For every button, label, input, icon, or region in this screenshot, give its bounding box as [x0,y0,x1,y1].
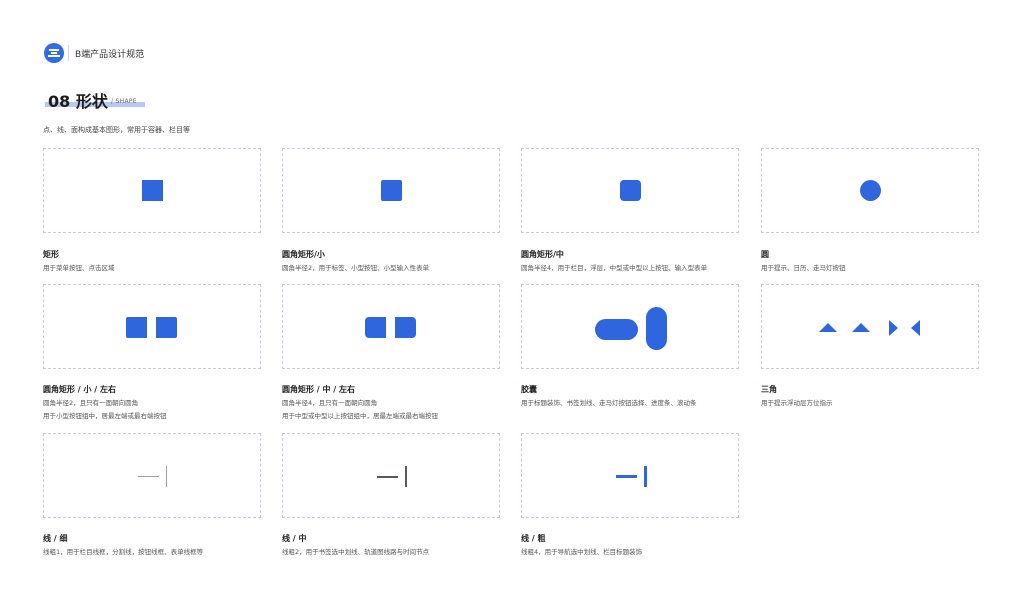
card-title: 圆 [761,250,769,259]
shape-card-line-thin [43,433,261,518]
card-title: 线 / 细 [43,534,68,543]
card-desc: 圆角半径4，且只有一面朝向圆角 [282,399,378,407]
shape-card-rectangle [43,148,261,233]
card-desc: 线粗1，用于栏目线框，分割线，按钮线框、表单线框等 [43,548,204,556]
shape-card-line-medium [282,433,500,518]
thin-horizontal-line [138,476,159,477]
card-title: 圆角矩形/小 [282,250,325,259]
triangle-shapes [819,320,920,336]
card-title: 胶囊 [521,385,537,394]
shape-card-capsule [521,284,739,369]
card-title: 三角 [761,385,777,394]
section-title: 08 形状 [48,92,108,111]
card-desc: 圆角半径2，用于标签、小型按钮、小型输入性表单 [282,264,430,272]
right-rounded-button-shape [395,317,416,338]
shape-card-rounded-medium-sides [282,284,500,369]
card-desc: 用于中型或中型以上按钮组中，居最左端或最右端按钮 [282,412,438,420]
shape-card-triangle [761,284,979,369]
card-desc: 用于提示、日历、走马灯按钮 [761,264,846,272]
brand-logo-icon [44,43,64,63]
shape-card-rounded-small-sides [43,284,261,369]
thick-horizontal-line [616,475,637,478]
card-title: 矩形 [43,250,59,259]
horizontal-capsule-shape [595,319,638,340]
card-title: 圆角矩形/中 [521,250,564,259]
rounded-rect-medium-shape [620,180,641,201]
vertical-capsule-shape [646,307,667,350]
header-divider [68,45,69,61]
card-title: 圆角矩形 / 中 / 左右 [282,385,355,394]
shape-card-circle [761,148,979,233]
card-desc: 用于小型按钮组中，居最左端或最右端按钮 [43,412,167,420]
circle-shape [860,180,881,201]
shape-card-rounded-medium [521,148,739,233]
section-intro: 点、线、面构成基本图形，常用于容器、栏目等 [43,126,190,134]
medium-vertical-line [405,466,407,487]
card-title: 圆角矩形 / 小 / 左右 [43,385,116,394]
card-desc: 线粗2，用于书签选中划线、轨道图线路与时间节点 [282,548,430,556]
thick-vertical-line [644,466,647,487]
rounded-rect-small-shape [381,180,402,201]
card-desc: 线粗4，用于导航选中划线、栏目标题装饰 [521,548,643,556]
shape-card-rounded-small [282,148,500,233]
section-subtitle: / SHAPE [111,98,137,105]
card-desc: 用于菜单按钮、点击区域 [43,264,115,272]
left-rounded-button-shape [365,317,386,338]
card-title: 线 / 粗 [521,534,546,543]
left-rounded-button-shape [126,317,147,338]
app-title: B端产品设计规范 [75,50,145,60]
medium-horizontal-line [377,476,398,478]
card-desc: 圆角半径2，且只有一面朝向圆角 [43,399,139,407]
shape-card-line-thick [521,433,739,518]
card-desc: 用于提示浮动层方位指示 [761,399,833,407]
card-title: 线 / 中 [282,534,307,543]
right-rounded-button-shape [156,317,177,338]
thin-vertical-line [166,466,167,487]
card-desc: 用于标题装饰、书签划线、走马灯按钮选择、进度条、滚动条 [521,399,697,407]
rectangle-shape [142,180,163,201]
card-desc: 圆角半径4，用于栏目，浮层，中型或中型以上按钮、输入型表单 [521,264,708,272]
